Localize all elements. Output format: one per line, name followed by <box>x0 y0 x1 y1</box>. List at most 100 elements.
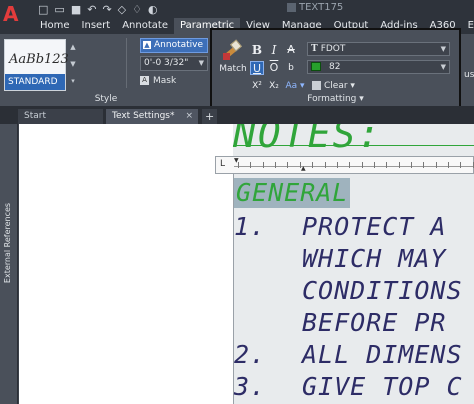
text-height-value: 0'-0 3/32" <box>144 58 189 68</box>
match-button[interactable]: Match <box>218 39 248 82</box>
autocad-logo-icon: A <box>3 2 19 26</box>
tab-type-icon[interactable]: L <box>220 159 225 169</box>
tab-start[interactable]: Start <box>18 109 103 124</box>
external-references-palette[interactable]: External References <box>0 124 18 404</box>
ruler-ticks <box>238 162 474 170</box>
gallery-expand-icon[interactable]: ▾ <box>68 73 78 90</box>
chevron-down-icon: ▼ <box>440 63 446 71</box>
bold-button[interactable]: B <box>250 43 264 57</box>
selected-heading[interactable]: GENERAL <box>234 178 351 208</box>
title-bar: □ ▭ ■ ↶ ↷ ◇ ♢ ◐ TEXT175 <box>0 0 474 18</box>
tab-annotate[interactable]: Annotate <box>116 18 174 34</box>
subscript-button[interactable]: X₂ <box>267 79 281 93</box>
color-value: 82 <box>329 62 341 72</box>
next-panel-label: ust <box>464 70 474 80</box>
style-preview-sample: AaBb123 <box>9 52 69 67</box>
note-number: 1. <box>234 212 267 241</box>
annotative-icon: ▲ <box>143 40 151 49</box>
truetype-font-icon: T <box>311 44 318 54</box>
tab-start-label: Start <box>24 111 46 121</box>
tab-text-settings[interactable]: Text Settings* × <box>106 109 198 124</box>
note-text: GIVE TOP C <box>302 372 463 401</box>
scroll-up-icon[interactable]: ▲ <box>68 39 78 56</box>
style-panel-title-label: Style <box>94 94 118 104</box>
note-text: CONDITIONS <box>302 276 463 305</box>
note-number: 3. <box>234 372 267 401</box>
title-document: TEXT175 <box>283 2 353 16</box>
font-name: FDOT <box>320 44 346 54</box>
mtext-ruler[interactable]: L ▼ ▲ <box>215 156 474 174</box>
next-panel-clipped: ust <box>462 34 474 106</box>
title-underline <box>233 145 474 146</box>
underline-button[interactable]: U <box>250 61 264 75</box>
layer-icon[interactable]: ◐ <box>148 3 158 16</box>
open-icon[interactable]: ▭ <box>54 3 64 16</box>
mask-icon: A <box>140 76 149 85</box>
formatting-panel: Match B I A U O b X² X₂ Aa ▾ T FDOT ▼ 82 ▼ … <box>210 28 461 108</box>
tab-insert[interactable]: Insert <box>76 18 117 34</box>
panel-separator <box>126 38 127 88</box>
chevron-down-icon: ▼ <box>198 59 204 67</box>
tab-stop-marker-icon[interactable]: ▲ <box>301 165 306 172</box>
note-line: 3. GIVE TOP C <box>234 372 463 402</box>
tab-express-too[interactable]: Express Too <box>462 18 474 34</box>
workspace-icon[interactable]: ◇ <box>118 3 126 16</box>
application-menu-button[interactable]: A <box>0 0 34 36</box>
annotative-button[interactable]: ▲ Annotative <box>140 38 208 53</box>
notes-title-text: NOTES: <box>233 124 383 156</box>
style-gallery-scroll[interactable]: ▲ ▼ ▾ <box>68 39 78 91</box>
tab-home[interactable]: Home <box>34 18 76 34</box>
note-line: BEFORE PR <box>234 308 446 338</box>
note-text: PROTECT A <box>302 212 447 241</box>
note-text: WHICH MAY <box>302 244 447 273</box>
strikethrough-button[interactable]: A <box>284 43 298 57</box>
new-file-icon[interactable]: □ <box>38 3 48 16</box>
style-name: STANDARD <box>5 74 65 90</box>
color-swatch <box>311 62 321 71</box>
document-icon <box>287 2 296 12</box>
redo-icon[interactable]: ↷ <box>102 3 111 16</box>
autocad-window: □ ▭ ■ ↶ ↷ ◇ ♢ ◐ TEXT175 A Home Insert Anno… <box>0 0 474 404</box>
note-number: 2. <box>234 340 267 369</box>
mask-button[interactable]: A Mask <box>140 74 208 89</box>
style-panel: AaBb123 STANDARD ▲ ▼ ▾ ▲ Annotative 0'-0 … <box>0 34 212 106</box>
chevron-down-icon: ▼ <box>440 45 446 53</box>
scroll-down-icon[interactable]: ▼ <box>68 56 78 73</box>
bulb-icon[interactable]: ♢ <box>132 3 142 16</box>
text-style-gallery[interactable]: AaBb123 STANDARD <box>4 39 69 91</box>
note-line: 1. PROTECT A <box>234 212 446 242</box>
note-line: CONDITIONS <box>234 276 463 306</box>
oblique-button[interactable]: b <box>284 61 298 75</box>
undo-icon[interactable]: ↶ <box>87 3 96 16</box>
mask-label: Mask <box>153 76 177 86</box>
note-line: WHICH MAY <box>234 244 446 274</box>
style-panel-title[interactable]: Style <box>0 92 212 106</box>
formatting-panel-title-label: Formatting ▾ <box>307 94 364 104</box>
note-text: ALL DIMENS <box>302 340 463 369</box>
ribbon: AaBb123 STANDARD ▲ ▼ ▾ ▲ Annotative 0'-0 … <box>0 28 474 108</box>
change-case-button[interactable]: Aa ▾ <box>284 79 306 93</box>
note-line: 2. ALL DIMENS <box>234 340 463 370</box>
color-combo[interactable]: 82 ▼ <box>307 60 450 74</box>
note-text: BEFORE PR <box>302 308 447 337</box>
clear-label: Clear ▾ <box>324 81 355 91</box>
save-icon[interactable]: ■ <box>71 3 81 16</box>
indent-marker-icon[interactable]: ▼ <box>234 157 239 164</box>
text-height-combo[interactable]: 0'-0 3/32" ▼ <box>140 56 208 71</box>
overline-button[interactable]: O <box>267 61 281 75</box>
clear-button[interactable]: Clear ▾ <box>312 79 372 93</box>
document-tab-bar: Start Text Settings* × + <box>0 106 474 124</box>
formatting-panel-title[interactable]: Formatting ▾ <box>212 93 459 105</box>
italic-button[interactable]: I <box>267 43 281 57</box>
drawing-canvas[interactable]: NOTES: L ▼ ▲ GENERAL 1. PROTECT A WHICH MA… <box>19 124 474 404</box>
new-tab-button[interactable]: + <box>202 109 217 124</box>
title-document-label: TEXT175 <box>299 2 344 13</box>
quick-access-toolbar: □ ▭ ■ ↶ ↷ ◇ ♢ ◐ <box>38 1 158 17</box>
eraser-icon <box>312 81 321 90</box>
font-combo[interactable]: T FDOT ▼ <box>307 42 450 56</box>
match-label: Match <box>219 64 247 74</box>
superscript-button[interactable]: X² <box>250 79 264 93</box>
close-icon[interactable]: × <box>185 109 193 124</box>
paintbrush-icon <box>222 39 244 62</box>
external-references-label: External References <box>3 202 12 284</box>
